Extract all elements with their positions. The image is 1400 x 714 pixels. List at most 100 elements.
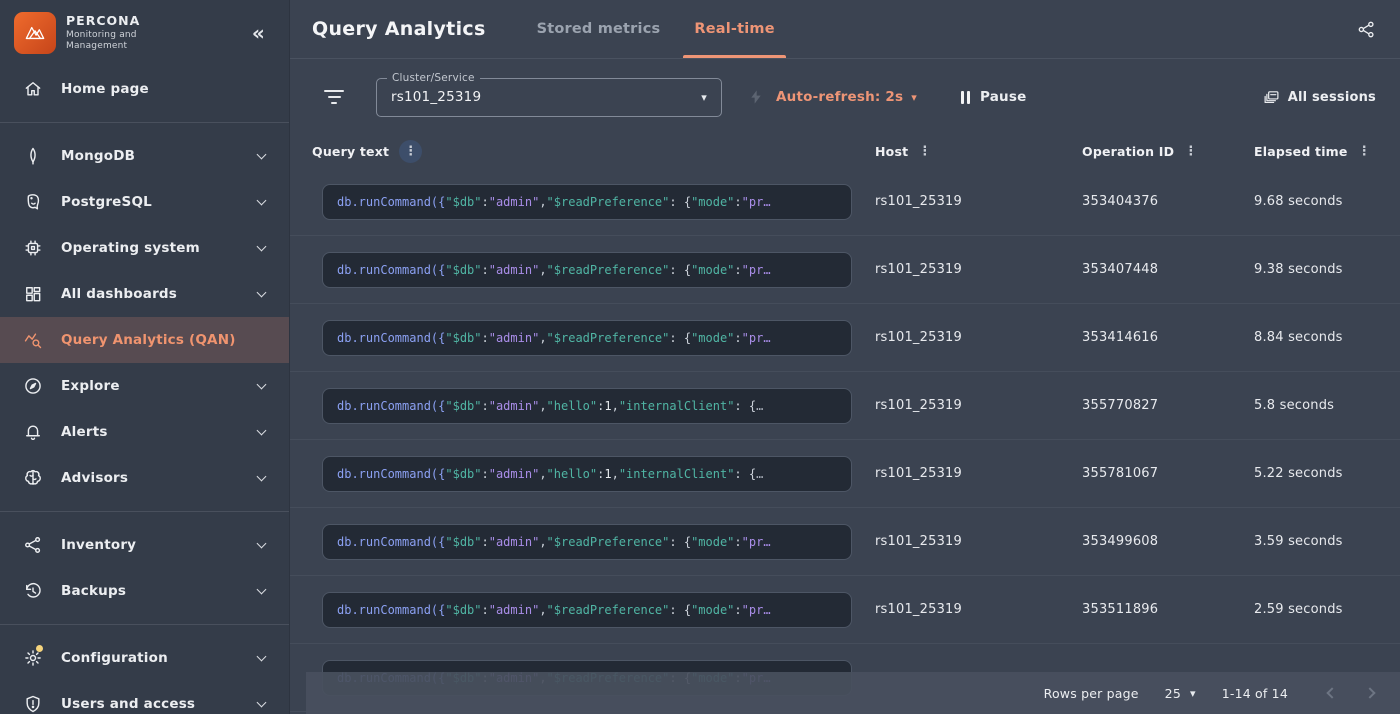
query-text-chip[interactable]: db.runCommand({ "$db": "admin", "$readPr… [322,320,852,356]
table-row[interactable]: db.runCommand({ "$db": "admin", "$readPr… [290,304,1400,372]
tab-stored-metrics[interactable]: Stored metrics [526,0,672,58]
all-sessions-button[interactable]: All sessions [1263,89,1376,106]
table-header: Query text ⋮ Host ⋮ Operation ID ⋮ Elaps… [290,135,1400,168]
operation-id-cell: 353414616 [1082,330,1254,345]
page-header: Query Analytics Stored metrics Real-time [290,0,1400,59]
percona-logo[interactable] [14,12,56,54]
operation-id-cell: 355770827 [1082,398,1254,413]
tab-real-time[interactable]: Real-time [683,0,785,58]
host-cell: rs101_25319 [875,194,1082,209]
elapsed-time-cell: 9.68 seconds [1254,194,1400,209]
home-icon [22,78,44,100]
host-cell: rs101_25319 [875,330,1082,345]
table-row[interactable]: db.runCommand({ "$db": "admin", "hello":… [290,372,1400,440]
compass-icon [22,375,44,397]
query-text-chip[interactable]: db.runCommand({ "$db": "admin", "$readPr… [322,252,852,288]
next-page-icon[interactable] [1364,687,1375,698]
share-icon[interactable] [1357,20,1376,39]
query-text-chip[interactable]: db.runCommand({ "$db": "admin", "hello":… [322,388,852,424]
chevron-down-icon [257,425,267,435]
column-header-operation-id: Operation ID [1082,144,1174,159]
auto-refresh-label: Auto-refresh: 2s [776,89,903,105]
sidebar-item-mongodb[interactable]: MongoDB [0,133,289,179]
sidebar-divider [0,122,289,123]
filter-icon[interactable] [324,90,344,104]
postgresql-elephant-icon [22,191,44,213]
sidebar-nav: Home page MongoDB PostgreSQL Operating s… [0,66,289,714]
cpu-icon [22,237,44,259]
pagination-arrows [1328,689,1382,697]
sidebar-item-home[interactable]: Home page [0,66,289,112]
column-menu-icon[interactable]: ⋮ [1358,145,1371,158]
chevron-down-icon [257,697,267,707]
chevron-down-icon [257,241,267,251]
sidebar-item-advisors[interactable]: Advisors [0,455,289,501]
mongodb-leaf-icon [22,145,44,167]
pause-label: Pause [980,89,1026,105]
page-title: Query Analytics [312,18,486,40]
pause-icon [961,91,970,104]
host-cell: rs101_25319 [875,262,1082,277]
rows-per-page-label: Rows per page [1044,686,1139,701]
query-text-chip[interactable]: db.runCommand({ "$db": "admin", "$readPr… [322,592,852,628]
sidebar: PERCONA Monitoring and Management « Home… [0,0,290,714]
chevron-down-icon [257,471,267,481]
sidebar-item-alerts[interactable]: Alerts [0,409,289,455]
toolbar: Cluster/Service rs101_25319 ▾ Auto-refre… [290,59,1400,135]
sidebar-item-postgresql[interactable]: PostgreSQL [0,179,289,225]
table-row[interactable]: db.runCommand({ "$db": "admin", "$readPr… [290,576,1400,644]
sidebar-item-inventory[interactable]: Inventory [0,522,289,568]
chevron-down-icon: ▾ [701,91,707,104]
all-sessions-label: All sessions [1288,90,1376,105]
tab-bar: Stored metrics Real-time [520,0,792,58]
column-menu-icon[interactable]: ⋮ [1184,145,1197,158]
chevron-down-icon [257,149,267,159]
elapsed-time-cell: 2.59 seconds [1254,602,1400,617]
sidebar-item-operating-system[interactable]: Operating system [0,225,289,271]
cluster-service-select[interactable]: Cluster/Service rs101_25319 ▾ [376,78,722,117]
query-text-chip[interactable]: db.runCommand({ "$db": "admin", "hello":… [322,456,852,492]
auto-refresh-dropdown[interactable]: Auto-refresh: 2s ▾ [776,89,917,105]
elapsed-time-cell: 8.84 seconds [1254,330,1400,345]
lightning-bolt-icon [748,89,764,105]
elapsed-time-cell: 5.8 seconds [1254,398,1400,413]
elapsed-time-cell: 9.38 seconds [1254,262,1400,277]
pagination-bar: Rows per page 25 ▾ 1-14 of 14 [306,672,1400,714]
sidebar-item-explore[interactable]: Explore [0,363,289,409]
chevron-down-icon [257,287,267,297]
brand-text: PERCONA Monitoring and Management [66,14,246,52]
query-text-chip[interactable]: db.runCommand({ "$db": "admin", "$readPr… [322,524,852,560]
host-cell: rs101_25319 [875,466,1082,481]
column-header-query-text: Query text [312,144,389,159]
column-menu-icon[interactable]: ⋮ [918,145,931,158]
table-row[interactable]: db.runCommand({ "$db": "admin", "hello":… [290,440,1400,508]
chevron-down-icon [257,584,267,594]
sidebar-collapse-icon[interactable]: « [246,21,271,45]
table-row[interactable]: db.runCommand({ "$db": "admin", "$readPr… [290,236,1400,304]
pause-button[interactable]: Pause [961,89,1026,105]
operation-id-cell: 353499608 [1082,534,1254,549]
elapsed-time-cell: 5.22 seconds [1254,466,1400,481]
rows-per-page-select[interactable]: 25 ▾ [1165,686,1196,701]
column-header-elapsed-time: Elapsed time [1254,144,1348,159]
sidebar-item-users-and-access[interactable]: Users and access [0,681,289,714]
operation-id-cell: 355781067 [1082,466,1254,481]
rows-per-page-value: 25 [1165,686,1181,701]
sidebar-item-query-analytics[interactable]: Query Analytics (QAN) [0,317,289,363]
sidebar-header: PERCONA Monitoring and Management « [0,0,289,66]
column-menu-icon[interactable]: ⋮ [399,140,422,163]
operation-id-cell: 353407448 [1082,262,1254,277]
previous-page-icon[interactable] [1326,687,1337,698]
table-body: db.runCommand({ "$db": "admin", "$readPr… [290,168,1400,712]
sidebar-item-all-dashboards[interactable]: All dashboards [0,271,289,317]
query-text-chip[interactable]: db.runCommand({ "$db": "admin", "$readPr… [322,184,852,220]
table-row[interactable]: db.runCommand({ "$db": "admin", "$readPr… [290,508,1400,576]
sidebar-item-configuration[interactable]: Configuration [0,635,289,681]
brand-name: PERCONA [66,14,246,28]
query-analytics-icon [22,329,44,351]
sidebar-item-backups[interactable]: Backups [0,568,289,614]
sidebar-divider [0,511,289,512]
sessions-stack-icon [1263,89,1280,106]
table-row[interactable]: db.runCommand({ "$db": "admin", "$readPr… [290,168,1400,236]
chevron-down-icon [257,379,267,389]
